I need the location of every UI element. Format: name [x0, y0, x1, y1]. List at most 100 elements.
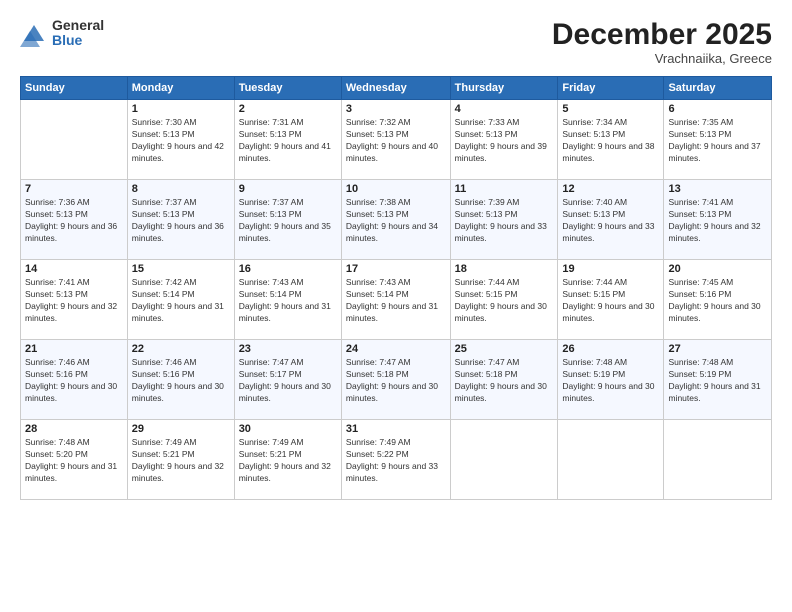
- page: General Blue December 2025 Vrachnaiika, …: [0, 0, 792, 612]
- calendar-cell: 7 Sunrise: 7:36 AMSunset: 5:13 PMDaylight…: [21, 180, 128, 260]
- col-wednesday: Wednesday: [341, 77, 450, 100]
- day-info: Sunrise: 7:48 AMSunset: 5:20 PMDaylight:…: [25, 437, 123, 485]
- day-number: 9: [239, 183, 337, 195]
- calendar-cell: 17 Sunrise: 7:43 AMSunset: 5:14 PMDayligh…: [341, 260, 450, 340]
- day-number: 31: [346, 423, 446, 435]
- day-number: 1: [132, 103, 230, 115]
- calendar-cell: 13Sunrise: 7:41 AMSunset: 5:13 PMDayligh…: [664, 180, 772, 260]
- day-number: 17: [346, 263, 446, 275]
- col-saturday: Saturday: [664, 77, 772, 100]
- calendar-cell: 27Sunrise: 7:48 AMSunset: 5:19 PMDayligh…: [664, 340, 772, 420]
- day-info: Sunrise: 7:49 AMSunset: 5:22 PMDaylight:…: [346, 437, 446, 485]
- calendar-cell: 3Sunrise: 7:32 AMSunset: 5:13 PMDaylight…: [341, 100, 450, 180]
- day-info: Sunrise: 7:46 AMSunset: 5:16 PMDaylight:…: [25, 357, 123, 405]
- calendar-cell: 21 Sunrise: 7:46 AMSunset: 5:16 PMDayligh…: [21, 340, 128, 420]
- calendar-cell: 30Sunrise: 7:49 AMSunset: 5:21 PMDayligh…: [234, 420, 341, 500]
- calendar-cell: [450, 420, 558, 500]
- day-info: Sunrise: 7:48 AMSunset: 5:19 PMDaylight:…: [668, 357, 767, 405]
- day-number: 19: [562, 263, 659, 275]
- day-number: 11: [455, 183, 554, 195]
- calendar-cell: 5 Sunrise: 7:34 AMSunset: 5:13 PMDaylight…: [558, 100, 664, 180]
- col-friday: Friday: [558, 77, 664, 100]
- day-info: Sunrise: 7:34 AMSunset: 5:13 PMDaylight:…: [562, 117, 659, 165]
- logo: General Blue: [20, 18, 104, 49]
- day-number: 10: [346, 183, 446, 195]
- calendar-week-1: 1 Sunrise: 7:30 AMSunset: 5:13 PMDaylight…: [21, 100, 772, 180]
- day-info: Sunrise: 7:33 AMSunset: 5:13 PMDaylight:…: [455, 117, 554, 165]
- col-tuesday: Tuesday: [234, 77, 341, 100]
- logo-general-text: General: [52, 18, 104, 33]
- day-info: Sunrise: 7:47 AMSunset: 5:17 PMDaylight:…: [239, 357, 337, 405]
- day-info: Sunrise: 7:42 AMSunset: 5:14 PMDaylight:…: [132, 277, 230, 325]
- day-info: Sunrise: 7:39 AMSunset: 5:13 PMDaylight:…: [455, 197, 554, 245]
- day-info: Sunrise: 7:37 AMSunset: 5:13 PMDaylight:…: [132, 197, 230, 245]
- calendar-cell: 28 Sunrise: 7:48 AMSunset: 5:20 PMDayligh…: [21, 420, 128, 500]
- day-info: Sunrise: 7:49 AMSunset: 5:21 PMDaylight:…: [239, 437, 337, 485]
- calendar-cell: [21, 100, 128, 180]
- day-info: Sunrise: 7:30 AMSunset: 5:13 PMDaylight:…: [132, 117, 230, 165]
- calendar-cell: 29 Sunrise: 7:49 AMSunset: 5:21 PMDayligh…: [127, 420, 234, 500]
- calendar-cell: 2 Sunrise: 7:31 AMSunset: 5:13 PMDaylight…: [234, 100, 341, 180]
- calendar-cell: 23 Sunrise: 7:47 AMSunset: 5:17 PMDayligh…: [234, 340, 341, 420]
- calendar-table: Sunday Monday Tuesday Wednesday Thursday…: [20, 76, 772, 500]
- day-number: 29: [132, 423, 230, 435]
- day-info: Sunrise: 7:49 AMSunset: 5:21 PMDaylight:…: [132, 437, 230, 485]
- calendar-cell: 24Sunrise: 7:47 AMSunset: 5:18 PMDayligh…: [341, 340, 450, 420]
- day-info: Sunrise: 7:40 AMSunset: 5:13 PMDaylight:…: [562, 197, 659, 245]
- logo-text: General Blue: [52, 18, 104, 49]
- day-number: 25: [455, 343, 554, 355]
- calendar-cell: 4Sunrise: 7:33 AMSunset: 5:13 PMDaylight…: [450, 100, 558, 180]
- day-info: Sunrise: 7:32 AMSunset: 5:13 PMDaylight:…: [346, 117, 446, 165]
- calendar-body: 1 Sunrise: 7:30 AMSunset: 5:13 PMDaylight…: [21, 100, 772, 500]
- day-info: Sunrise: 7:35 AMSunset: 5:13 PMDaylight:…: [668, 117, 767, 165]
- calendar-week-3: 14 Sunrise: 7:41 AMSunset: 5:13 PMDayligh…: [21, 260, 772, 340]
- day-number: 5: [562, 103, 659, 115]
- day-info: Sunrise: 7:36 AMSunset: 5:13 PMDaylight:…: [25, 197, 123, 245]
- calendar-cell: 12Sunrise: 7:40 AMSunset: 5:13 PMDayligh…: [558, 180, 664, 260]
- day-info: Sunrise: 7:41 AMSunset: 5:13 PMDaylight:…: [25, 277, 123, 325]
- day-number: 6: [668, 103, 767, 115]
- day-info: Sunrise: 7:44 AMSunset: 5:15 PMDaylight:…: [455, 277, 554, 325]
- calendar-cell: [558, 420, 664, 500]
- day-info: Sunrise: 7:44 AMSunset: 5:15 PMDaylight:…: [562, 277, 659, 325]
- header: General Blue December 2025 Vrachnaiika, …: [20, 18, 772, 66]
- day-info: Sunrise: 7:38 AMSunset: 5:13 PMDaylight:…: [346, 197, 446, 245]
- day-number: 28: [25, 423, 123, 435]
- calendar-week-5: 28 Sunrise: 7:48 AMSunset: 5:20 PMDayligh…: [21, 420, 772, 500]
- day-number: 13: [668, 183, 767, 195]
- calendar-cell: 6 Sunrise: 7:35 AMSunset: 5:13 PMDaylight…: [664, 100, 772, 180]
- day-info: Sunrise: 7:46 AMSunset: 5:16 PMDaylight:…: [132, 357, 230, 405]
- day-number: 26: [562, 343, 659, 355]
- calendar-cell: 18 Sunrise: 7:44 AMSunset: 5:15 PMDayligh…: [450, 260, 558, 340]
- day-info: Sunrise: 7:45 AMSunset: 5:16 PMDaylight:…: [668, 277, 767, 325]
- day-info: Sunrise: 7:31 AMSunset: 5:13 PMDaylight:…: [239, 117, 337, 165]
- day-info: Sunrise: 7:43 AMSunset: 5:14 PMDaylight:…: [346, 277, 446, 325]
- calendar-cell: [664, 420, 772, 500]
- calendar-cell: 25 Sunrise: 7:47 AMSunset: 5:18 PMDayligh…: [450, 340, 558, 420]
- col-thursday: Thursday: [450, 77, 558, 100]
- day-number: 7: [25, 183, 123, 195]
- calendar-cell: 19 Sunrise: 7:44 AMSunset: 5:15 PMDayligh…: [558, 260, 664, 340]
- day-number: 21: [25, 343, 123, 355]
- day-number: 15: [132, 263, 230, 275]
- logo-blue-text: Blue: [52, 33, 104, 48]
- calendar-cell: 1 Sunrise: 7:30 AMSunset: 5:13 PMDaylight…: [127, 100, 234, 180]
- day-number: 23: [239, 343, 337, 355]
- title-block: December 2025 Vrachnaiika, Greece: [552, 18, 772, 66]
- calendar-cell: 9Sunrise: 7:37 AMSunset: 5:13 PMDaylight…: [234, 180, 341, 260]
- day-number: 20: [668, 263, 767, 275]
- day-info: Sunrise: 7:47 AMSunset: 5:18 PMDaylight:…: [455, 357, 554, 405]
- day-number: 18: [455, 263, 554, 275]
- day-number: 14: [25, 263, 123, 275]
- day-info: Sunrise: 7:48 AMSunset: 5:19 PMDaylight:…: [562, 357, 659, 405]
- calendar-header: Sunday Monday Tuesday Wednesday Thursday…: [21, 77, 772, 100]
- calendar-cell: 14 Sunrise: 7:41 AMSunset: 5:13 PMDayligh…: [21, 260, 128, 340]
- header-row: Sunday Monday Tuesday Wednesday Thursday…: [21, 77, 772, 100]
- day-number: 24: [346, 343, 446, 355]
- day-number: 2: [239, 103, 337, 115]
- day-number: 22: [132, 343, 230, 355]
- calendar-cell: 31 Sunrise: 7:49 AMSunset: 5:22 PMDayligh…: [341, 420, 450, 500]
- calendar-cell: 22 Sunrise: 7:46 AMSunset: 5:16 PMDayligh…: [127, 340, 234, 420]
- calendar-cell: 20 Sunrise: 7:45 AMSunset: 5:16 PMDayligh…: [664, 260, 772, 340]
- calendar-cell: 26 Sunrise: 7:48 AMSunset: 5:19 PMDayligh…: [558, 340, 664, 420]
